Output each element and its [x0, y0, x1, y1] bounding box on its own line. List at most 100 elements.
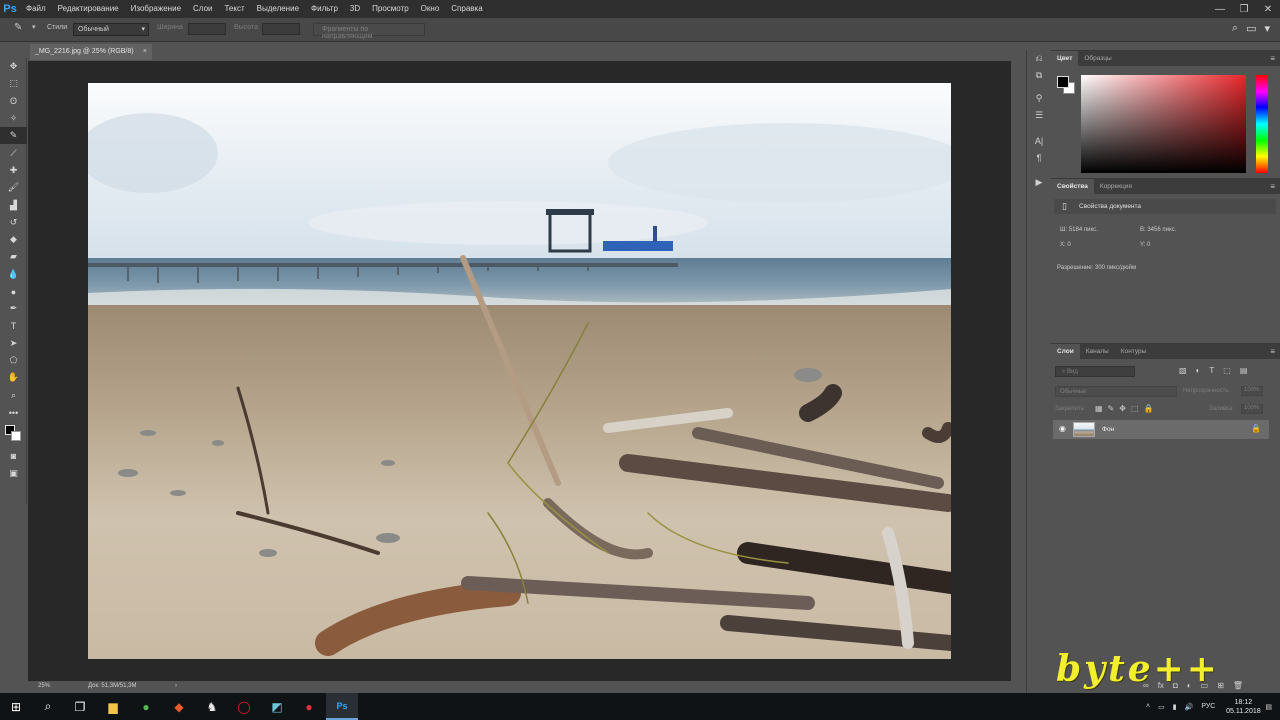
blend-mode-select[interactable]: Обычные — [1055, 386, 1177, 397]
tab-adjustments[interactable]: Коррекция — [1094, 179, 1138, 194]
tab-paths[interactable]: Контуры — [1115, 344, 1153, 359]
marquee-icon[interactable]: ⬚ — [0, 75, 27, 92]
healing-brush-icon[interactable]: ✚ — [0, 162, 27, 179]
paragraph-panel-icon[interactable]: ¶ — [1027, 149, 1051, 166]
hand-icon[interactable]: ✋ — [0, 369, 27, 386]
height-input[interactable] — [262, 23, 300, 35]
menu-layers[interactable]: Слои — [187, 0, 218, 18]
move-icon[interactable]: ✥ — [0, 58, 27, 75]
hue-slider[interactable] — [1256, 75, 1268, 173]
fox-app-icon[interactable]: ♞ — [196, 693, 228, 720]
layer-filter-select[interactable]: ⌕ Вид — [1055, 366, 1135, 377]
play-icon[interactable]: ▶ — [1027, 174, 1051, 191]
background-color-swatch[interactable] — [11, 431, 21, 442]
path-select-icon[interactable]: ➤ — [0, 335, 27, 352]
screen-mode-icon[interactable]: ▣ — [0, 465, 27, 482]
search-icon[interactable]: ⌕ — [32, 693, 64, 720]
tab-properties[interactable]: Свойства — [1051, 179, 1094, 194]
panel-menu-icon[interactable]: ≡ — [1270, 347, 1275, 356]
notifications-icon[interactable]: ▤ — [1265, 703, 1272, 711]
width-input[interactable] — [188, 23, 226, 35]
clock[interactable]: 18:12 05.11.2018 — [1221, 698, 1265, 716]
file-explorer-icon[interactable]: ▆ — [97, 693, 129, 720]
zoom-icon[interactable]: ⌕ — [0, 387, 27, 404]
slices-from-guides-button[interactable]: Фрагменты по направляющим — [313, 23, 425, 40]
panel-menu-icon[interactable]: ≡ — [1270, 54, 1275, 63]
smart-object-filter-icon[interactable]: ▤ — [1240, 366, 1248, 375]
network-icon[interactable]: ▭ — [1158, 703, 1165, 711]
adjustments-panel-icon[interactable]: ☰ — [1027, 107, 1051, 124]
fill-input[interactable]: 100% — [1241, 404, 1263, 414]
magic-wand-icon[interactable]: ✧ — [0, 110, 27, 127]
task-view-icon[interactable]: ❐ — [64, 693, 96, 720]
image-filter-icon[interactable]: ▧ — [1179, 366, 1187, 375]
menu-window[interactable]: Окно — [415, 0, 446, 18]
type-icon[interactable]: T — [0, 317, 27, 334]
menu-view[interactable]: Просмотр — [366, 0, 415, 18]
close-button[interactable]: ✕ — [1256, 0, 1280, 18]
minimize-button[interactable]: — — [1208, 0, 1232, 18]
menu-file[interactable]: Файл — [20, 0, 52, 18]
color-saturation-field[interactable] — [1081, 75, 1246, 173]
slice-icon[interactable]: ✎ — [0, 127, 27, 145]
actions-panel-icon[interactable]: ⧉ — [1027, 67, 1051, 84]
document-image[interactable] — [88, 83, 951, 659]
tab-swatches[interactable]: Образцы — [1078, 51, 1117, 66]
menu-3d[interactable]: 3D — [344, 0, 366, 18]
menu-filter[interactable]: Фильтр — [305, 0, 344, 18]
brush-panel-icon[interactable]: ⚲ — [1027, 90, 1051, 107]
keyboard-language[interactable]: РУС — [1201, 703, 1215, 710]
shape-filter-icon[interactable]: ⬚ — [1223, 366, 1231, 375]
menu-type[interactable]: Текст — [218, 0, 250, 18]
brush-icon[interactable]: 🖌 — [0, 179, 27, 196]
zoom-level[interactable]: 25% — [38, 683, 50, 689]
photoshop-taskbar-icon[interactable]: Ps — [326, 693, 358, 720]
more-tools-icon[interactable]: ••• — [0, 404, 27, 421]
menu-image[interactable]: Изображение — [125, 0, 187, 18]
eraser-icon[interactable]: ◆ — [0, 231, 27, 248]
notes-app-icon[interactable]: ◩ — [261, 693, 293, 720]
battery-icon[interactable]: ▮ — [1173, 703, 1177, 711]
close-icon[interactable]: × — [143, 44, 147, 60]
windows-start-icon[interactable]: ⊞ — [0, 693, 32, 720]
shape-icon[interactable]: ⬠ — [0, 352, 27, 369]
green-app-icon[interactable]: ● — [130, 693, 162, 720]
adjustment-filter-icon[interactable]: ◐ — [1196, 366, 1201, 375]
red-app-icon[interactable]: ● — [293, 693, 325, 720]
character-panel-icon[interactable]: A| — [1027, 132, 1051, 149]
history-panel-icon[interactable]: ⎌ — [1027, 50, 1051, 67]
visibility-eye-icon[interactable]: ◉ — [1059, 424, 1066, 433]
document-tab[interactable]: _MG_2216.jpg @ 25% (RGB/8) × — [30, 44, 152, 60]
orange-app-icon[interactable]: ◆ — [163, 693, 195, 720]
status-menu-arrow-icon[interactable]: › — [175, 683, 177, 689]
layer-row[interactable]: ◉ Фон 🔒 — [1053, 420, 1269, 439]
tab-channels[interactable]: Каналы — [1080, 344, 1115, 359]
slice-tool-preset-icon[interactable]: ✎ — [14, 22, 22, 33]
gradient-icon[interactable]: ▰ — [0, 248, 27, 265]
delete-layer-icon[interactable]: 🗑 — [1233, 681, 1243, 690]
stamp-icon[interactable]: ▟ — [0, 196, 27, 213]
pen-icon[interactable]: ✒ — [0, 300, 27, 317]
tray-overflow-icon[interactable]: ˄ — [1146, 703, 1150, 710]
opera-browser-icon[interactable]: ◯ — [228, 693, 260, 720]
menu-help[interactable]: Справка — [445, 0, 488, 18]
tab-layers[interactable]: Слои — [1051, 344, 1080, 359]
quick-mask-icon[interactable]: ◙ — [0, 447, 27, 464]
lock-icon[interactable]: 🔒 — [1251, 424, 1261, 433]
eyedropper-icon[interactable]: ⟋ — [0, 144, 27, 161]
restore-button[interactable]: ❐ — [1232, 0, 1256, 18]
volume-icon[interactable]: 🔊 — [1185, 703, 1194, 711]
panel-menu-icon[interactable]: ≡ — [1270, 182, 1275, 191]
type-filter-icon[interactable]: T — [1209, 366, 1214, 375]
lock-icons[interactable]: ▦✎✥⬚🔒 — [1095, 404, 1158, 413]
blur-icon[interactable]: 💧 — [0, 266, 27, 283]
menu-select[interactable]: Выделение — [251, 0, 305, 18]
style-select[interactable]: Обычный ▾ — [73, 23, 149, 36]
menu-edit[interactable]: Редактирование — [52, 0, 125, 18]
chevron-down-icon[interactable]: ▾ — [32, 23, 36, 31]
chevron-down-icon[interactable]: ▾ — [1264, 22, 1270, 35]
history-brush-icon[interactable]: ↺ — [0, 214, 27, 231]
foreground-color-picker[interactable] — [1057, 76, 1069, 88]
workspace-icon[interactable]: ▭ — [1246, 22, 1256, 35]
dodge-icon[interactable]: ● — [0, 283, 27, 300]
